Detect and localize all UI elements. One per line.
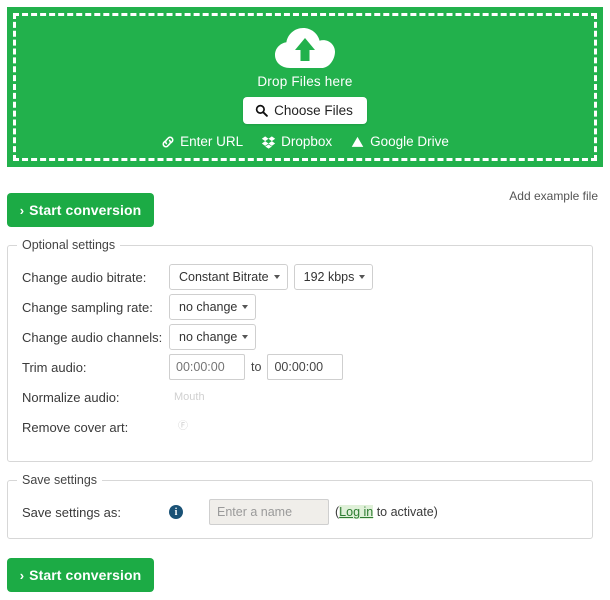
start-conversion-button-bottom[interactable]: › Start conversion bbox=[7, 558, 154, 592]
row-remove-cover-art: Remove cover art: Ⓕ bbox=[17, 412, 592, 442]
start-conversion-label-top: Start conversion bbox=[29, 202, 142, 218]
controls-save-settings: i (Log in to activate) bbox=[169, 499, 438, 525]
chevron-right-icon-bottom: › bbox=[19, 567, 25, 583]
google-drive-icon bbox=[351, 136, 364, 147]
label-change-audio-bitrate: Change audio bitrate: bbox=[22, 269, 147, 285]
select-audio-channels-value: no change bbox=[179, 330, 238, 344]
optional-settings-rows: Change audio bitrate: Constant Bitrate 1… bbox=[8, 252, 592, 442]
file-dropzone[interactable]: Drop Files here Choose Files Enter URL D… bbox=[7, 7, 603, 167]
search-icon bbox=[255, 104, 268, 117]
trim-start-input[interactable] bbox=[169, 354, 245, 380]
dropbox-icon bbox=[261, 135, 276, 149]
link-icon bbox=[162, 136, 174, 147]
remove-cover-art-checkbox[interactable]: Ⓕ bbox=[169, 422, 188, 432]
row-trim-audio: Trim audio: to bbox=[17, 352, 592, 382]
add-example-file-link[interactable]: Add example file bbox=[509, 189, 598, 203]
optional-settings-legend: Optional settings bbox=[22, 238, 116, 252]
login-to-activate-text: (Log in to activate) bbox=[335, 505, 438, 519]
source-enter-url[interactable]: Enter URL bbox=[161, 134, 243, 149]
controls-sampling: no change bbox=[169, 294, 257, 320]
choose-files-button[interactable]: Choose Files bbox=[243, 97, 367, 124]
source-dropbox-label: Dropbox bbox=[281, 134, 333, 149]
row-save-settings-as: Save settings as: i (Log in to activate) bbox=[17, 497, 592, 527]
label-change-audio-channels: Change audio channels: bbox=[22, 329, 163, 345]
save-settings-name-input[interactable] bbox=[209, 499, 329, 525]
trim-end-input[interactable] bbox=[267, 354, 344, 380]
normalize-audio-checkbox[interactable]: Mouth bbox=[169, 391, 205, 403]
label-normalize-audio: Normalize audio: bbox=[22, 389, 120, 405]
select-sampling-rate[interactable]: no change bbox=[169, 294, 257, 320]
chevron-right-icon: › bbox=[19, 202, 25, 218]
select-bitrate-rate[interactable]: 192 kbps bbox=[293, 264, 374, 290]
source-google-drive-label: Google Drive bbox=[370, 134, 449, 149]
row-change-sampling-rate: Change sampling rate: no change bbox=[17, 292, 592, 322]
choose-files-label: Choose Files bbox=[274, 103, 353, 118]
label-change-sampling-rate: Change sampling rate: bbox=[22, 299, 153, 315]
select-sampling-rate-value: no change bbox=[179, 300, 238, 314]
drop-files-text: Drop Files here bbox=[257, 74, 353, 89]
label-trim-audio: Trim audio: bbox=[22, 359, 87, 375]
upload-sources: Enter URL Dropbox Google Drive bbox=[161, 134, 449, 149]
source-google-drive[interactable]: Google Drive bbox=[350, 134, 449, 149]
row-normalize-audio: Normalize audio: Mouth bbox=[17, 382, 592, 412]
controls-bitrate: Constant Bitrate 192 kbps bbox=[169, 264, 374, 290]
select-bitrate-mode[interactable]: Constant Bitrate bbox=[169, 264, 288, 290]
select-audio-channels[interactable]: no change bbox=[169, 324, 257, 350]
save-settings-rows: Save settings as: i (Log in to activate) bbox=[8, 487, 592, 527]
dropzone-dashed-border: Drop Files here Choose Files Enter URL D… bbox=[13, 13, 597, 161]
select-bitrate-rate-value: 192 kbps bbox=[303, 270, 355, 284]
row-change-audio-bitrate: Change audio bitrate: Constant Bitrate 1… bbox=[17, 262, 592, 292]
controls-cover-art: Ⓕ bbox=[169, 422, 188, 432]
controls-trim: to bbox=[169, 354, 344, 380]
optional-settings-panel: Optional settings Change audio bitrate: … bbox=[7, 238, 593, 462]
login-link[interactable]: Log in bbox=[339, 505, 374, 519]
row-change-audio-channels: Change audio channels: no change bbox=[17, 322, 592, 352]
select-bitrate-mode-value: Constant Bitrate bbox=[179, 270, 269, 284]
controls-normalize: Mouth bbox=[169, 391, 205, 403]
save-settings-panel: Save settings Save settings as: i (Log i… bbox=[7, 473, 593, 539]
activate-suffix: to activate) bbox=[373, 505, 438, 519]
save-settings-legend: Save settings bbox=[22, 473, 98, 487]
trim-separator: to bbox=[251, 360, 262, 374]
label-remove-cover-art: Remove cover art: bbox=[22, 419, 129, 435]
info-icon[interactable]: i bbox=[169, 505, 183, 519]
start-conversion-label-bottom: Start conversion bbox=[29, 567, 142, 583]
cloud-upload-icon bbox=[275, 28, 335, 68]
label-save-settings-as: Save settings as: bbox=[22, 504, 121, 520]
start-conversion-button-top[interactable]: › Start conversion bbox=[7, 193, 154, 227]
source-enter-url-label: Enter URL bbox=[180, 134, 244, 149]
source-dropbox[interactable]: Dropbox bbox=[261, 134, 332, 149]
controls-channels: no change bbox=[169, 324, 257, 350]
